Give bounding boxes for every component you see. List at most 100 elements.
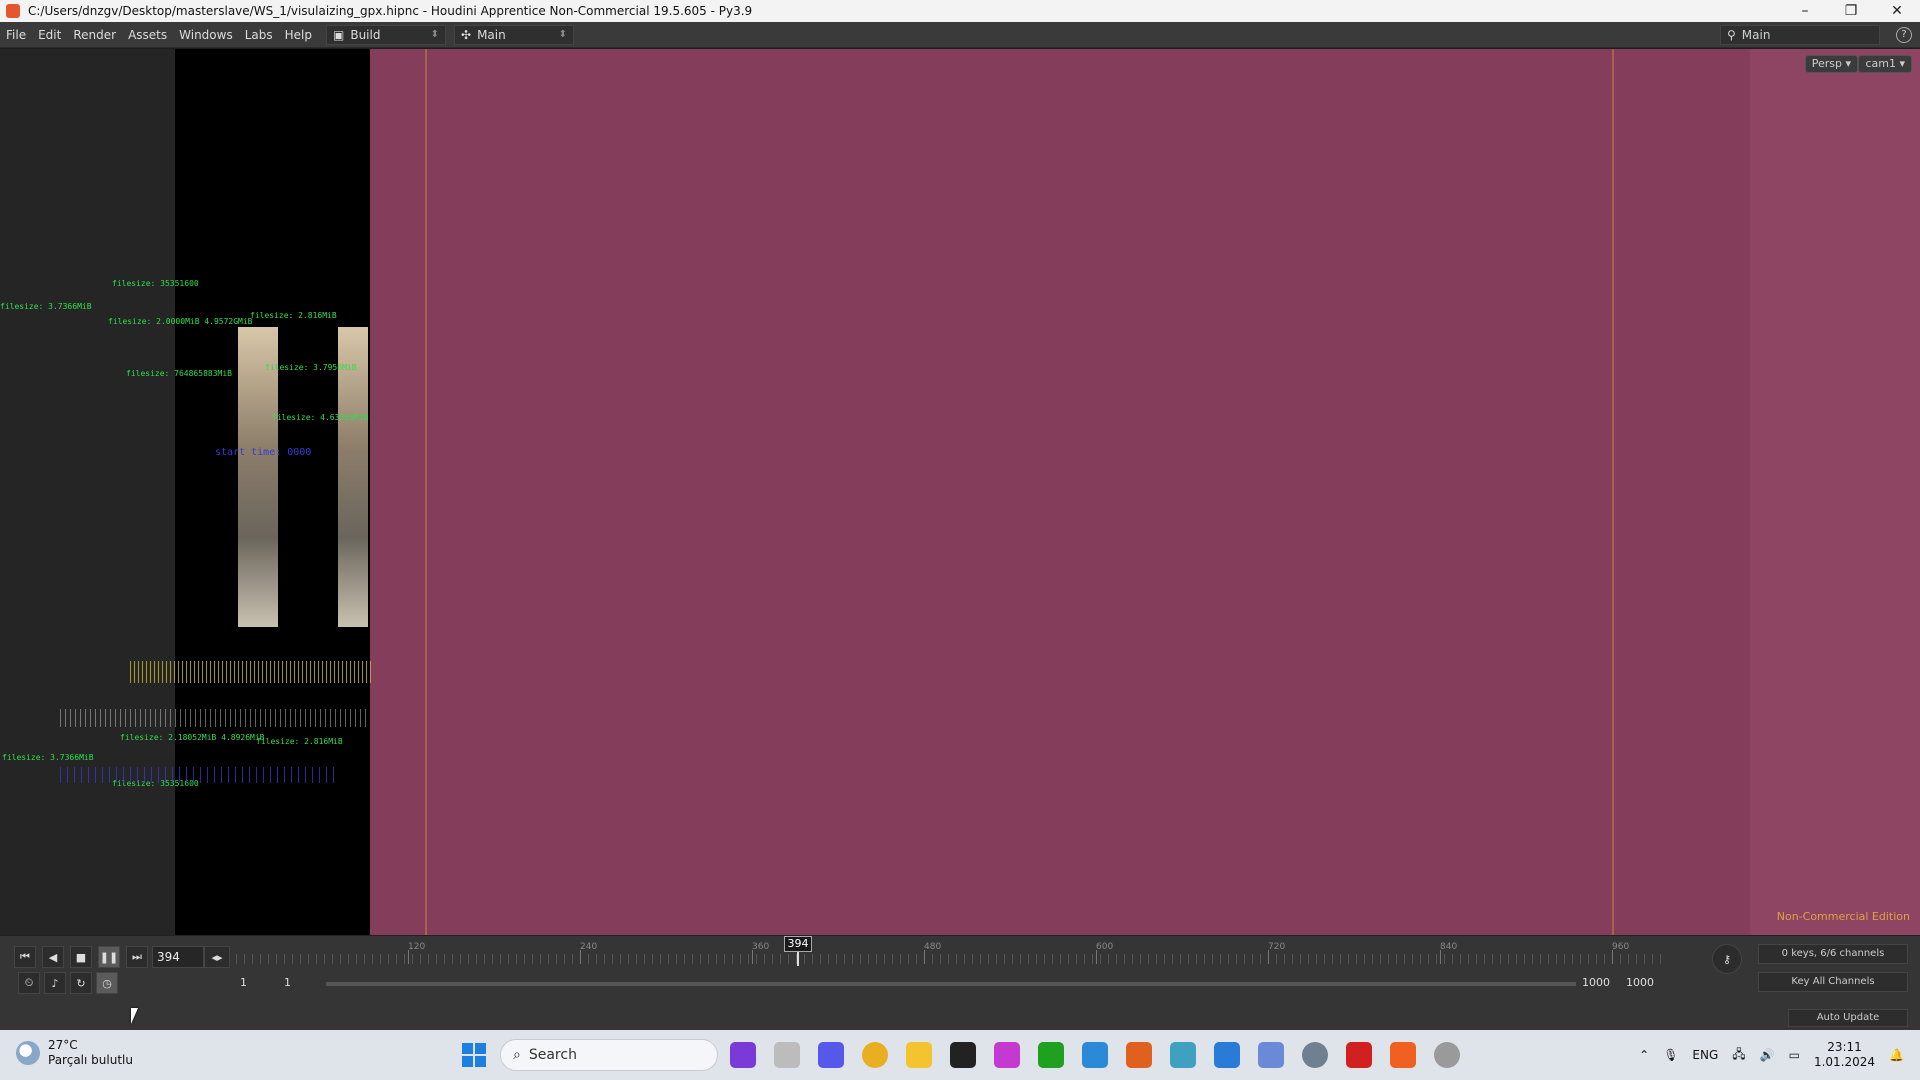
key-icon-button[interactable]: ⚷ <box>1712 944 1742 974</box>
overlay-label: filesize: 35351600 <box>112 279 199 288</box>
desktop-main-selector[interactable]: ✣ Main ⬍ <box>454 24 574 45</box>
current-frame-marker[interactable]: 394 <box>784 936 812 952</box>
pause-button[interactable]: ❚❚ <box>98 946 120 968</box>
loop-button[interactable]: ↻ <box>70 972 92 994</box>
ruler-major-tick <box>1096 950 1097 964</box>
orange-guide-line <box>1612 49 1614 935</box>
notepad-app-icon[interactable] <box>1082 1042 1108 1068</box>
overlay-label: filesize: 3.7366MiB <box>0 302 92 311</box>
start-button[interactable] <box>462 1043 486 1067</box>
clock-button[interactable]: ◷ <box>96 972 118 994</box>
notification-bell-icon[interactable]: 🔔 <box>1889 1048 1904 1062</box>
close-button[interactable]: ✕ <box>1874 3 1920 19</box>
git-app-icon[interactable] <box>1170 1042 1196 1068</box>
menu-bar: File Edit Render Assets Windows Labs Hel… <box>0 22 1920 48</box>
network-desktop-selector[interactable]: ⚲ Main <box>1720 25 1880 45</box>
chat-app-icon[interactable] <box>818 1042 844 1068</box>
acrobat-app-icon[interactable] <box>1346 1042 1372 1068</box>
language-indicator[interactable]: ENG <box>1692 1048 1718 1062</box>
cam1-menu-button[interactable]: cam1 ▾ <box>1858 55 1912 73</box>
overlay-label: filesize: 3.7956MiB <box>265 363 357 372</box>
window-title: C:/Users/dnzgv/Desktop/masterslave/WS_1/… <box>28 4 753 18</box>
menu-labs[interactable]: Labs <box>239 28 279 42</box>
weather-widget[interactable]: 27°C Parçalı bulutlu <box>16 1038 133 1068</box>
ruler-label: 240 <box>580 942 598 952</box>
microphone-icon[interactable]: 🎙 <box>1663 1048 1678 1062</box>
chevron-up-icon[interactable]: ⌃ <box>1639 1048 1649 1062</box>
range-row: ⏲ ♪ ↻ ◷ 1 1 1000 1000 Key All Channels <box>0 972 1920 996</box>
menu-windows[interactable]: Windows <box>173 28 239 42</box>
windows-taskbar: 27°C Parçalı bulutlu ⌕ Search ⌃ 🎙 ENG 🖧 … <box>0 1030 1920 1080</box>
system-tray: ⌃ 🎙 ENG 🖧 🔊 ▭ 23:11 1.01.2024 🔔 <box>1639 1030 1904 1080</box>
chrome-app-icon[interactable] <box>862 1042 888 1068</box>
range-end-field[interactable]: 1000 <box>1582 974 1610 992</box>
ruler-major-tick <box>924 950 925 964</box>
jump-start-button[interactable]: ⏮ <box>14 946 36 968</box>
realtime-toggle-button[interactable]: ⏲ <box>18 972 40 994</box>
overlay-label: filesize: 3.7366MiB <box>2 753 94 762</box>
desktop-build-selector[interactable]: ▣ Build ⬍ <box>326 24 446 45</box>
clock[interactable]: 23:11 1.01.2024 <box>1814 1040 1875 1070</box>
inkscape-app-icon[interactable] <box>950 1042 976 1068</box>
skip-back-icon: ⏮ <box>20 950 30 963</box>
network-desktop-label: Main <box>1741 28 1771 42</box>
task-view-icon[interactable] <box>774 1042 800 1068</box>
weather-cloud-icon <box>16 1041 40 1065</box>
clock-date: 1.01.2024 <box>1813 1055 1876 1069</box>
ruler-major-tick <box>1612 950 1613 964</box>
ruler-major-tick <box>408 950 409 964</box>
instagram-app-icon[interactable] <box>994 1042 1020 1068</box>
step-frame-button[interactable]: ◂▸ <box>204 946 230 968</box>
menu-edit[interactable]: Edit <box>32 28 67 42</box>
play-reverse-button[interactable]: ◀ <box>42 946 64 968</box>
current-frame-field[interactable]: 394 <box>152 946 204 968</box>
ruler-major-tick <box>580 950 581 964</box>
yellow-ticks-row <box>130 661 374 683</box>
audio-button[interactable]: ♪ <box>44 972 66 994</box>
menu-render[interactable]: Render <box>67 28 122 42</box>
camera-menu-button[interactable]: Persp ▾ <box>1804 55 1858 73</box>
jump-end-button[interactable]: ⏭ <box>126 946 148 968</box>
file-explorer-icon[interactable] <box>906 1042 932 1068</box>
overlay-label: filesize: 2.816MiB <box>250 311 337 320</box>
volume-icon[interactable]: 🔊 <box>1760 1048 1775 1062</box>
vscode-app-icon[interactable] <box>1214 1042 1240 1068</box>
ruler-label: 480 <box>924 942 942 952</box>
houdini-app-icon[interactable] <box>1390 1042 1416 1068</box>
photos-app-icon[interactable] <box>1258 1042 1284 1068</box>
taskbar-search[interactable]: ⌕ Search <box>500 1039 718 1071</box>
minimize-button[interactable]: – <box>1782 3 1828 19</box>
menu-file[interactable]: File <box>0 28 32 42</box>
network-tray-icon[interactable]: 🖧 <box>1732 1045 1745 1066</box>
blue-ticks-row <box>60 767 340 783</box>
menu-assets[interactable]: Assets <box>122 28 173 42</box>
auto-update-menu[interactable]: Auto Update <box>1788 1009 1908 1027</box>
clock-time: 23:11 <box>1827 1040 1862 1054</box>
stop-button[interactable]: ■ <box>70 946 92 968</box>
main-desktop-icon: ✣ <box>461 27 472 42</box>
pause-icon: ❚❚ <box>99 950 119 964</box>
title-bar: C:/Users/dnzgv/Desktop/masterslave/WS_1/… <box>0 0 1920 22</box>
photo-strip-image <box>238 327 278 627</box>
steam-app-icon[interactable] <box>1434 1042 1460 1068</box>
xbox-app-icon[interactable] <box>1038 1042 1064 1068</box>
photo-strip-image <box>338 327 368 627</box>
scene-viewport[interactable]: filesize: 35351600 filesize: 3.7366MiB f… <box>0 49 1920 935</box>
current-frame-line <box>797 952 799 966</box>
white-ticks-row <box>60 709 370 727</box>
menu-help[interactable]: Help <box>279 28 318 42</box>
key-all-channels-menu[interactable]: Key All Channels <box>1758 972 1908 992</box>
battery-icon[interactable]: ▭ <box>1789 1048 1800 1062</box>
keys-channels-menu[interactable]: 0 keys, 6/6 channels <box>1758 944 1908 964</box>
range-slider[interactable] <box>326 982 1576 986</box>
range-start-field[interactable]: 1 <box>240 974 247 992</box>
range-end2-field[interactable]: 1000 <box>1626 974 1654 992</box>
maximize-button[interactable]: ❐ <box>1828 3 1874 19</box>
weather-temp: 27°C <box>48 1038 78 1052</box>
settings-app-icon[interactable] <box>1302 1042 1328 1068</box>
houdini-launcher-icon[interactable] <box>1126 1042 1152 1068</box>
teams-app-icon[interactable] <box>730 1042 756 1068</box>
timeline-ruler[interactable]: 120 240 360 480 600 720 840 960 394 <box>236 936 1668 968</box>
range-start2-field[interactable]: 1 <box>284 974 291 992</box>
help-icon[interactable]: ? <box>1896 27 1912 43</box>
